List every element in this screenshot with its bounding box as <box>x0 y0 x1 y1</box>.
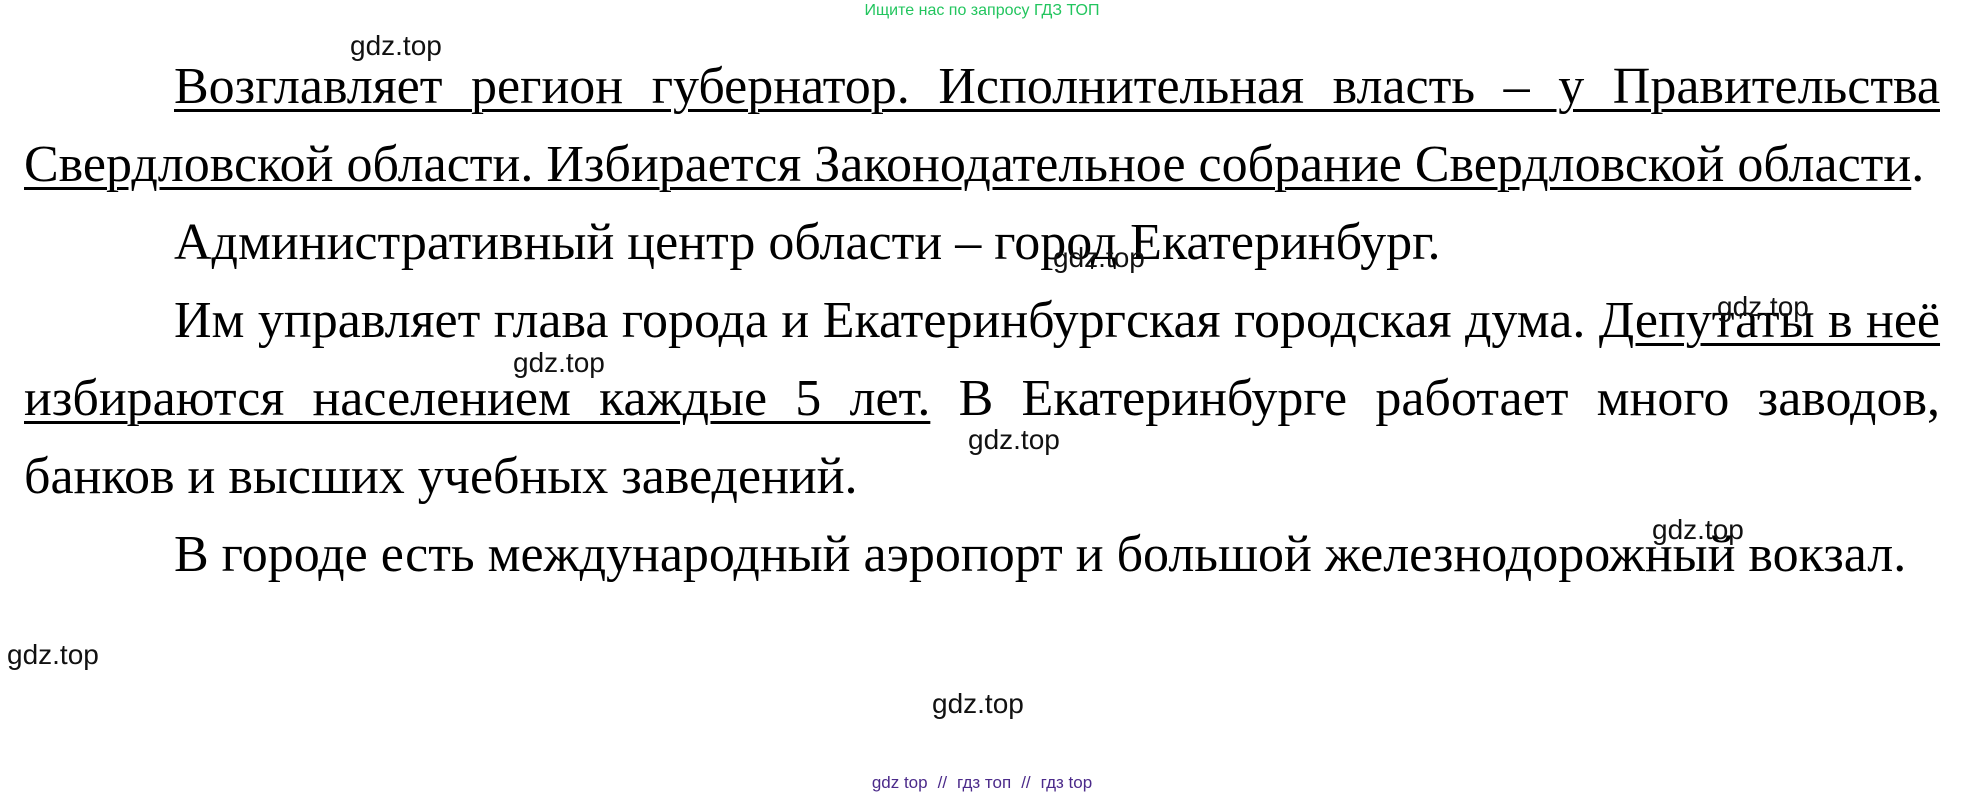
footer-separator: // <box>1021 773 1031 792</box>
top-banner: Ищите нас по запросу ГДЗ ТОП <box>864 2 1100 19</box>
paragraph-text: . <box>1911 136 1925 193</box>
watermark: gdz.top <box>932 688 1024 719</box>
watermark: gdz.top <box>968 424 1060 455</box>
watermark: gdz.top <box>7 639 99 670</box>
watermark: gdz.top <box>1717 291 1809 322</box>
paragraph-text: Административный центр области – город Е… <box>174 214 1441 271</box>
paragraph-2: Административный центр области – город Е… <box>24 204 1940 282</box>
footer-link-gdz-top-ru[interactable]: гдз топ <box>957 773 1011 792</box>
footer-links: gdz top // гдз топ // гдз top <box>0 774 1964 792</box>
paragraph-text: В городе есть международный аэропорт и б… <box>174 526 1907 583</box>
paragraph-1: Возглавляет регион губернатор. Исполните… <box>24 48 1940 204</box>
footer-link-gdz-top-mixed[interactable]: гдз top <box>1041 773 1093 792</box>
watermark: gdz.top <box>513 347 605 378</box>
document-body: Возглавляет регион губернатор. Исполните… <box>24 48 1940 594</box>
underlined-text: Возглавляет регион губернатор. Исполните… <box>24 58 1940 193</box>
footer-separator: // <box>937 773 948 792</box>
paragraph-3: Им управляет глава города и Екатеринбург… <box>24 282 1940 516</box>
watermark: gdz.top <box>1652 514 1744 545</box>
footer-link-gdz-top[interactable]: gdz top <box>872 773 928 792</box>
watermark: gdz.top <box>350 30 442 61</box>
paragraph-text: Им управляет глава города и Екатеринбург… <box>174 292 1599 349</box>
watermark: gdz.top <box>1053 242 1145 273</box>
